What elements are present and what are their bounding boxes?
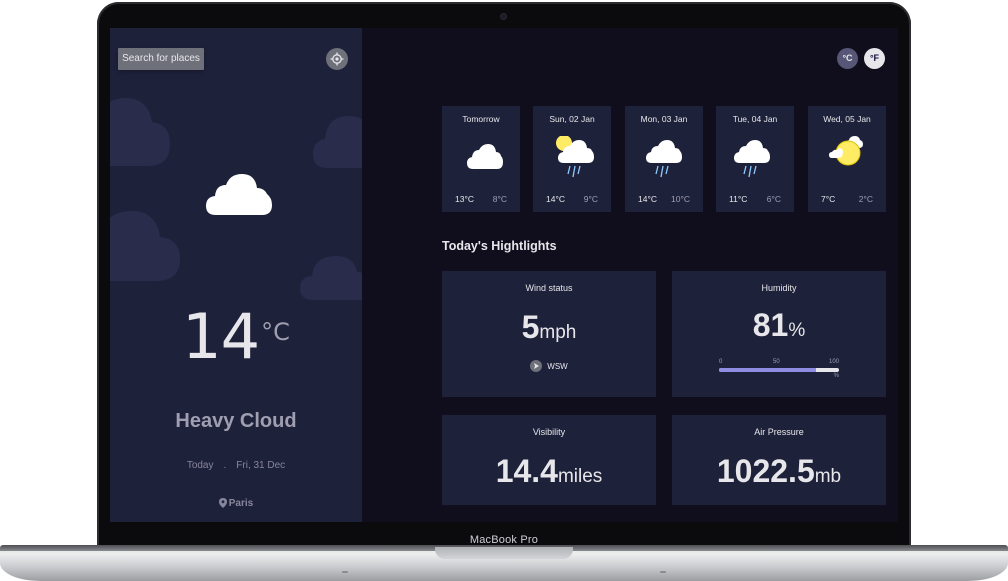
camera-icon [501, 14, 506, 19]
humidity-track [719, 368, 839, 372]
lid-notch [435, 547, 573, 559]
humidity-value: 81% [672, 307, 886, 344]
main-panel: °C °F Tomorrow 13°C 8°C Sun, 02 Jan 14°C… [362, 28, 898, 522]
laptop-foot [342, 571, 348, 573]
wind-value: 5mph [442, 309, 656, 346]
visibility-label: Visibility [532, 427, 566, 437]
forecast-card: Mon, 03 Jan 14°C 10°C [625, 106, 703, 212]
humidity-bar: 0 50 100 % [719, 359, 839, 379]
rain-icon [734, 140, 770, 178]
sun-rain-icon [556, 136, 594, 178]
background-cloud-icon [110, 98, 170, 166]
humidity-fill [719, 368, 817, 372]
sun-cloud-icon [829, 136, 863, 166]
temperature-value: 14 [182, 300, 260, 373]
celsius-toggle[interactable]: °C [837, 48, 858, 69]
laptop-foot [660, 571, 666, 573]
fahrenheit-toggle[interactable]: °F [864, 48, 885, 69]
location-name: Paris [228, 498, 254, 509]
forecast-day: Tue, 04 Jan [732, 114, 778, 124]
crosshair-icon [330, 52, 344, 66]
wind-speed: 5 [521, 309, 540, 345]
location-pin-icon [218, 498, 227, 508]
temperature-unit: °C [261, 318, 290, 346]
humidity-scale-unit: % [833, 373, 839, 379]
forecast-card: Tomorrow 13°C 8°C [442, 106, 520, 212]
weather-condition: Heavy Cloud [175, 410, 297, 432]
forecast-low: 10°C [671, 194, 690, 204]
visibility-card: Visibility 14.4miles [442, 415, 656, 505]
forecast-day: Sun, 02 Jan [549, 114, 595, 124]
highlights-title: Today's Hightlights [442, 239, 557, 253]
forecast-low: 6°C [766, 194, 781, 204]
cloud-icon [206, 174, 272, 215]
locate-button[interactable] [326, 48, 348, 70]
visibility-unit: miles [557, 466, 603, 487]
date-separator: . [223, 460, 227, 471]
search-places-button[interactable]: Search for places [118, 48, 204, 70]
forecast-low: 9°C [583, 194, 598, 204]
date-prefix: Today [186, 460, 214, 471]
background-cloud-icon [110, 211, 180, 281]
forecast-high: 14°C [638, 194, 657, 204]
wind-unit: mph [539, 322, 577, 343]
forecast-high: 13°C [455, 194, 474, 204]
pressure-value: 1022.5mb [672, 453, 886, 490]
pressure-reading: 1022.5 [716, 453, 815, 489]
pressure-unit: mb [814, 466, 842, 487]
humidity-unit: % [788, 320, 806, 341]
wind-status-card: Wind status 5mph WSW [442, 271, 656, 397]
forecast-card: Tue, 04 Jan 11°C 6°C [716, 106, 794, 212]
location: Paris [110, 498, 362, 509]
wind-label: Wind status [525, 283, 573, 293]
humidity-card: Humidity 81% 0 50 100 % [672, 271, 886, 397]
wind-direction: WSW [442, 360, 656, 372]
forecast-low: 2°C [858, 194, 873, 204]
app-screen: Search for places 14°C Heavy Cloud Today… [110, 28, 898, 522]
cloud-icon [467, 144, 503, 169]
scale-min: 0 [719, 359, 723, 365]
humidity-percent: 81 [752, 307, 789, 343]
date-value: Fri, 31 Dec [236, 460, 286, 471]
forecast-high: 14°C [546, 194, 565, 204]
today-sidebar: Search for places 14°C Heavy Cloud Today… [110, 28, 362, 522]
current-temperature: 14°C [110, 300, 362, 373]
humidity-label: Humidity [761, 283, 797, 293]
forecast-day: Tomorrow [462, 114, 500, 124]
background-cloud-icon [300, 256, 362, 300]
device-label: MacBook Pro [469, 534, 539, 546]
forecast-day: Mon, 03 Jan [640, 114, 688, 124]
visibility-value: 14.4miles [442, 453, 656, 490]
current-date: Today. Fri, 31 Dec [110, 460, 362, 471]
rain-icon [646, 140, 682, 178]
wind-direction-label: WSW [547, 362, 568, 371]
forecast-high: 11°C [729, 194, 748, 204]
scale-max: 100 [828, 359, 839, 365]
humidity-scale: 0 50 100 [719, 359, 839, 368]
air-pressure-card: Air Pressure 1022.5mb [672, 415, 886, 505]
forecast-card: Sun, 02 Jan 14°C 9°C [533, 106, 611, 212]
pressure-label: Air Pressure [754, 427, 804, 437]
forecast-card: Wed, 05 Jan 7°C 2°C [808, 106, 886, 212]
background-cloud-icon [313, 116, 362, 168]
forecast-day: Wed, 05 Jan [823, 114, 871, 124]
forecast-low: 8°C [492, 194, 507, 204]
visibility-distance: 14.4 [495, 453, 558, 489]
scale-mid: 50 [773, 359, 780, 365]
forecast-high: 7°C [821, 194, 836, 204]
navigation-arrow-icon [530, 360, 543, 372]
